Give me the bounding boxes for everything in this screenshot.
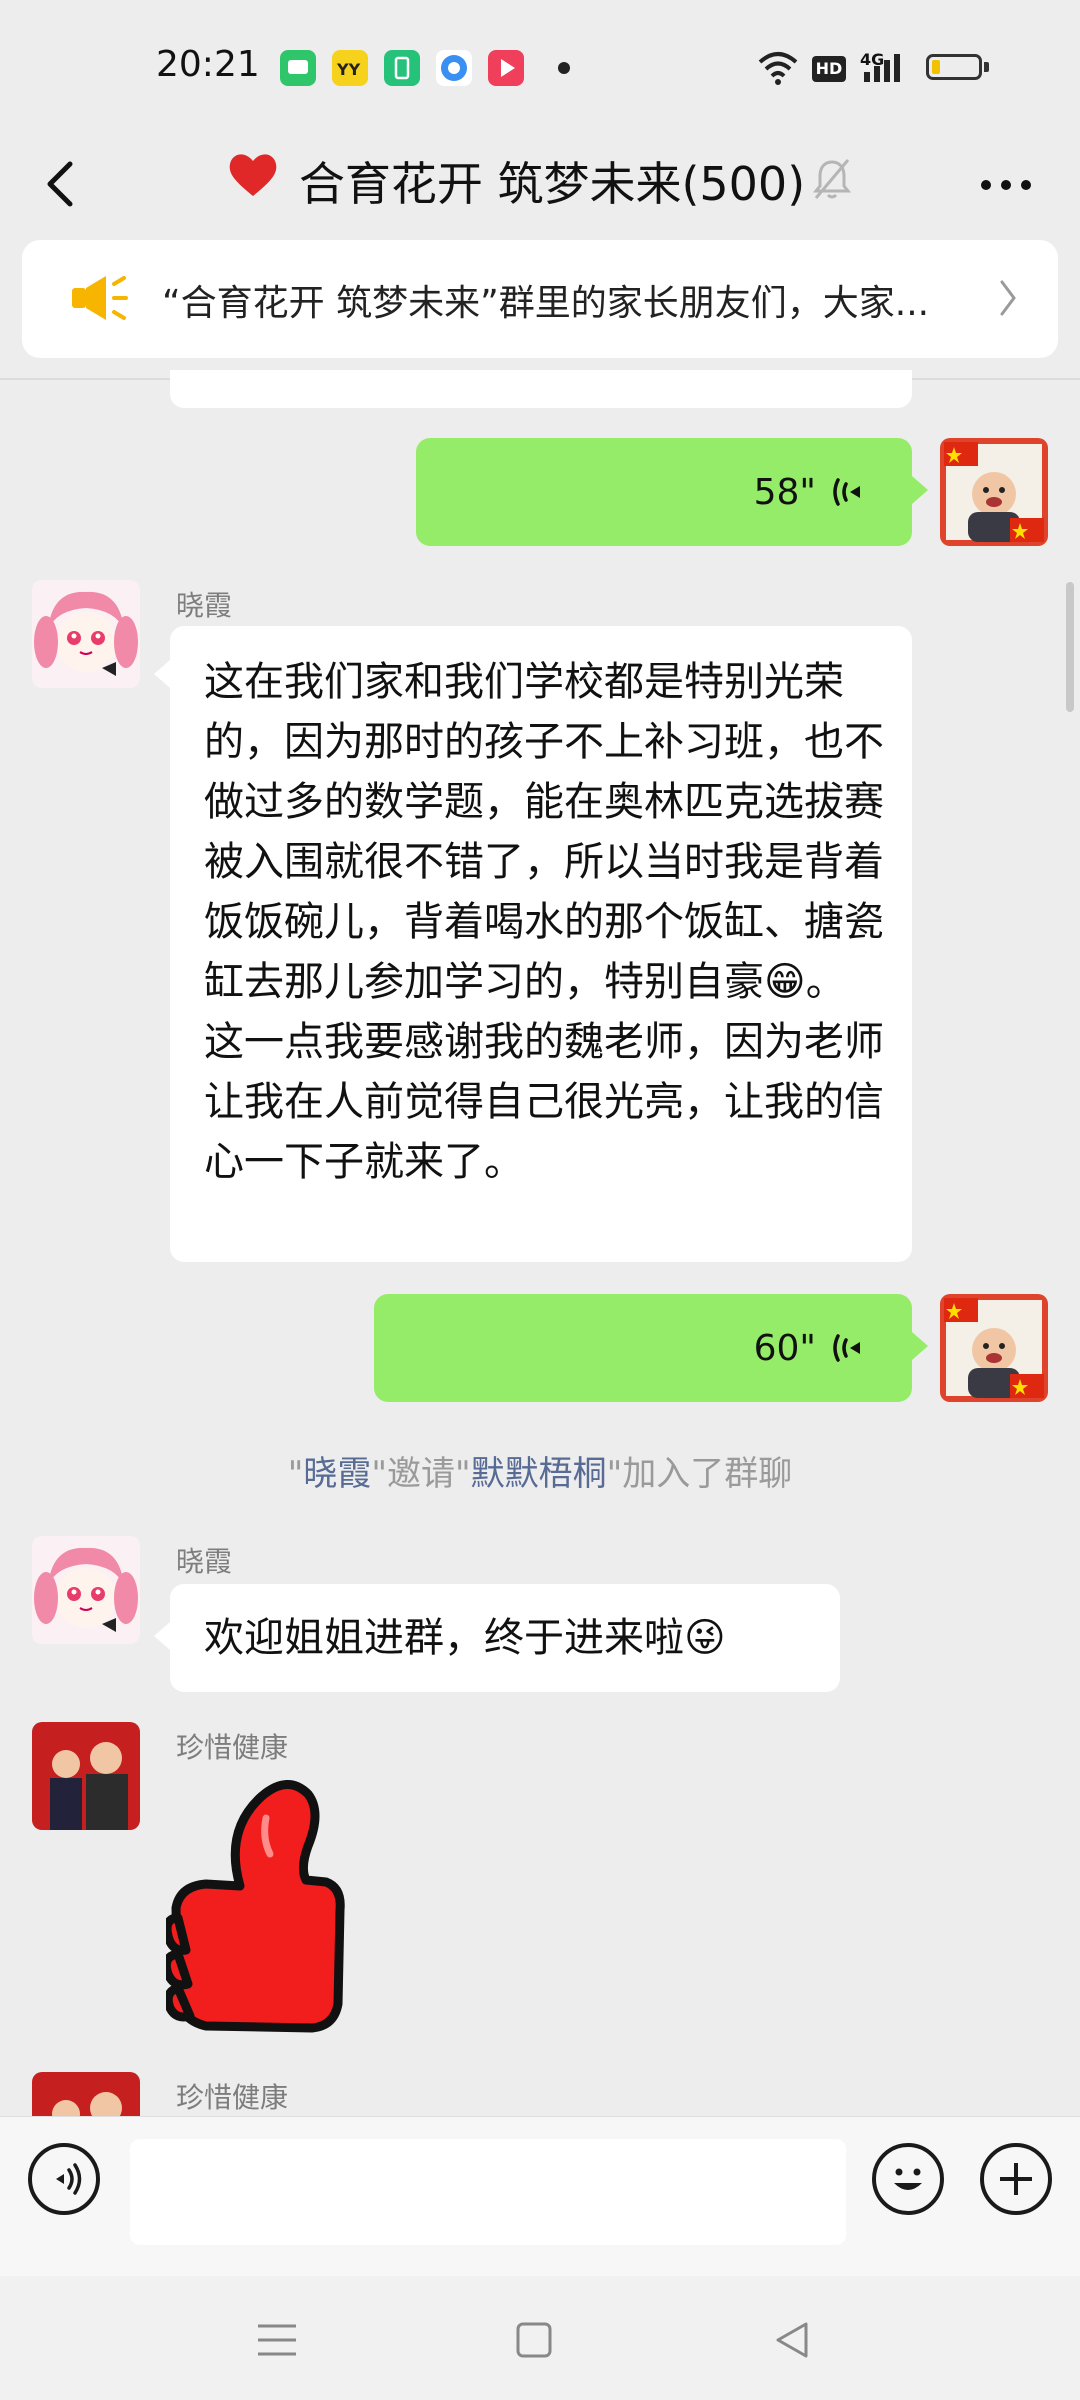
bubble-tail: [912, 1332, 928, 1360]
smiley-icon: [894, 2168, 922, 2190]
voice-message-bubble[interactable]: 60": [374, 1294, 912, 1402]
text-message-bubble[interactable]: 这在我们家和我们学校都是特别光荣的，因为那时的孩子不上补习班，也不做过多的数学题…: [170, 626, 912, 1262]
video-app-icon: [488, 50, 524, 86]
chat-title: 合育花开 筑梦未来(500): [0, 148, 1080, 214]
more-notifications-dot: [558, 62, 570, 74]
chevron-right-icon: [1000, 280, 1016, 316]
scrollbar[interactable]: [1066, 582, 1074, 712]
previous-message-bubble[interactable]: [170, 370, 912, 408]
input-bar: [0, 2116, 1080, 2277]
battery-tip: [984, 62, 989, 72]
status-bar: 20:21 YY HD 4G: [0, 0, 1080, 130]
yy-app-icon: YY: [332, 50, 368, 86]
sender-name: 珍惜健康: [176, 1731, 289, 1764]
message-text: 这在我们家和我们学校都是特别光荣的，因为那时的孩子不上补习班，也不做过多的数学题…: [204, 659, 884, 1185]
battery-icon: [926, 54, 982, 80]
mute-bell-icon: [812, 159, 852, 199]
voice-input-button[interactable]: [28, 2143, 100, 2215]
system-message-text: "邀请": [371, 1454, 471, 1494]
bubble-tail: [154, 660, 170, 688]
sender-avatar[interactable]: [32, 1536, 140, 1644]
message-text: 欢迎姐姐进群，终于进来啦😜: [204, 1615, 726, 1661]
battery-app-icon: [384, 50, 420, 86]
voice-duration: 60": [753, 1328, 816, 1369]
sender-avatar[interactable]: [32, 2072, 140, 2116]
svg-text:YY: YY: [336, 60, 361, 79]
announcement-text: “合育花开 筑梦未来”群里的家长朋友们，大家...: [162, 283, 930, 324]
status-time: 20:21: [156, 44, 260, 85]
system-navigation-bar: [0, 2276, 1080, 2400]
my-avatar[interactable]: [940, 438, 1048, 546]
title-bar: 合育花开 筑梦未来(500): [0, 130, 1080, 240]
emoji-button[interactable]: [872, 2143, 944, 2215]
bubble-tail: [154, 1622, 170, 1650]
voice-input-icon: [56, 2163, 82, 2195]
system-message: "晓霞"邀请"默默梧桐"加入了群聊: [0, 1446, 1080, 1495]
text-message-bubble[interactable]: 欢迎姐姐进群，终于进来啦😜: [170, 1584, 840, 1692]
group-announcement-banner[interactable]: “合育花开 筑梦未来”群里的家长朋友们，大家...: [22, 240, 1058, 358]
voice-message-bubble[interactable]: 58": [416, 438, 912, 546]
voice-wave-icon: [833, 1334, 860, 1362]
bubble-tail: [912, 476, 928, 504]
browser-app-icon: [436, 50, 472, 86]
plus-icon: [1000, 2163, 1032, 2195]
home-nav-icon[interactable]: [514, 2320, 554, 2360]
voice-duration: 58": [753, 472, 816, 513]
system-message-text: ": [287, 1454, 304, 1494]
thumbs-up-sticker[interactable]: [166, 1768, 356, 2040]
system-message-text: "加入了群聊: [606, 1454, 793, 1494]
wifi-icon: [758, 52, 798, 85]
message-input[interactable]: [130, 2139, 846, 2245]
more-options-icon[interactable]: [976, 170, 1036, 200]
sender-name: 晓霞: [176, 589, 233, 622]
signal-icon: [864, 54, 900, 82]
menu-nav-icon[interactable]: [254, 2320, 300, 2360]
sender-name: 珍惜健康: [176, 2081, 289, 2114]
wechat-notification-icon: [280, 50, 316, 86]
my-avatar[interactable]: [940, 1294, 1048, 1402]
sender-avatar[interactable]: [32, 1722, 140, 1830]
voice-wave-icon: [833, 478, 860, 506]
announcement-speaker-icon: [72, 276, 128, 320]
more-functions-button[interactable]: [980, 2143, 1052, 2215]
chat-title-text: 合育花开 筑梦未来(500): [298, 157, 806, 211]
sender-name: 晓霞: [176, 1545, 233, 1578]
inviter-link[interactable]: 晓霞: [303, 1454, 371, 1494]
back-nav-icon[interactable]: [772, 2318, 812, 2362]
hd-badge: HD: [812, 56, 846, 82]
sender-avatar[interactable]: [32, 580, 140, 688]
invitee-link[interactable]: 默默梧桐: [471, 1454, 607, 1494]
